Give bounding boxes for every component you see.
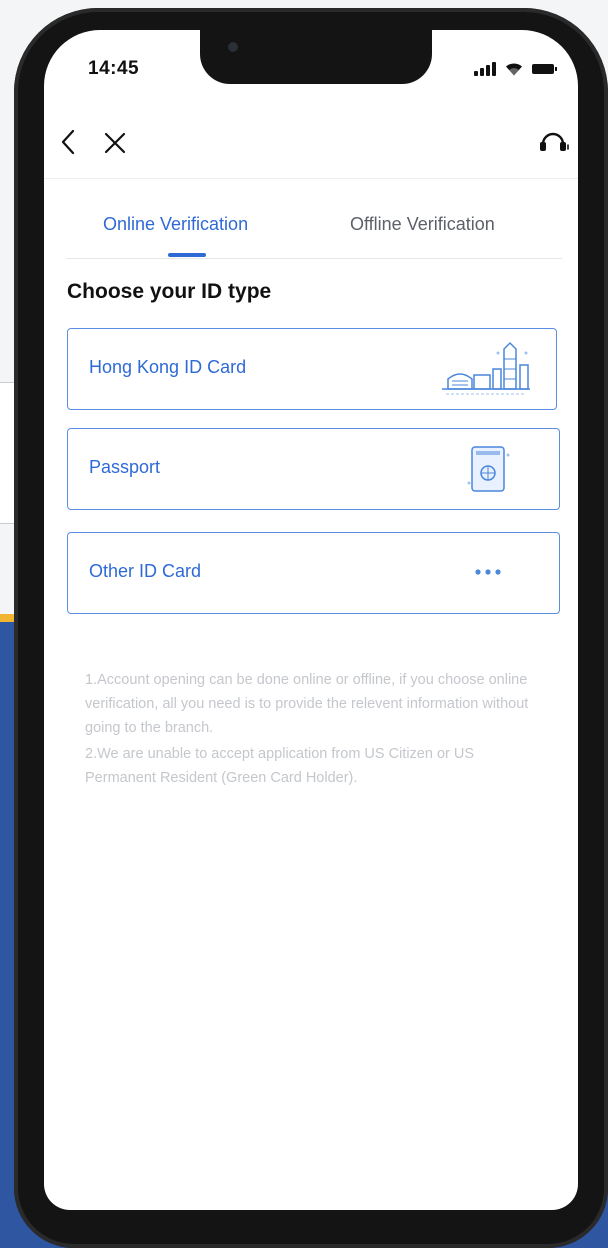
tab-offline-verification[interactable]: Offline Verification [350, 214, 495, 235]
signal-icon [474, 62, 496, 76]
phone-screen [44, 30, 578, 1210]
note-us-restriction: 2.We are unable to accept application fr… [85, 746, 475, 786]
tab-active-indicator [168, 253, 206, 257]
passport-icon [467, 446, 510, 492]
hong-kong-skyline-icon [442, 341, 530, 395]
front-camera [228, 42, 238, 52]
id-option-label: Other ID Card [89, 561, 202, 581]
more-dots-icon [475, 569, 501, 575]
wifi-icon [506, 63, 522, 76]
home-indicator [222, 1216, 418, 1222]
id-option-other-id-card[interactable]: Other ID Card [67, 532, 560, 614]
id-option-passport[interactable]: Passport [67, 428, 560, 510]
id-option-label: Hong Kong ID Card [89, 357, 247, 377]
close-icon[interactable] [102, 130, 128, 156]
headset-icon[interactable] [538, 128, 570, 156]
section-title: Choose your ID type [67, 280, 272, 303]
note-online-offline: 1.Account opening can be done online or … [85, 672, 529, 736]
id-option-label: Passport [89, 457, 161, 477]
status-time: 14:45 [88, 58, 140, 79]
id-option-hong-kong-id-card[interactable]: Hong Kong ID Card [67, 328, 557, 410]
status-icons [474, 58, 574, 80]
nav-divider [44, 178, 578, 179]
tab-divider [66, 258, 562, 259]
phone-notch [200, 30, 432, 84]
battery-icon [532, 64, 557, 74]
chevron-left-icon[interactable] [58, 128, 78, 156]
notes: 1.Account opening can be done online or … [85, 668, 541, 792]
tab-online-verification[interactable]: Online Verification [103, 214, 248, 235]
